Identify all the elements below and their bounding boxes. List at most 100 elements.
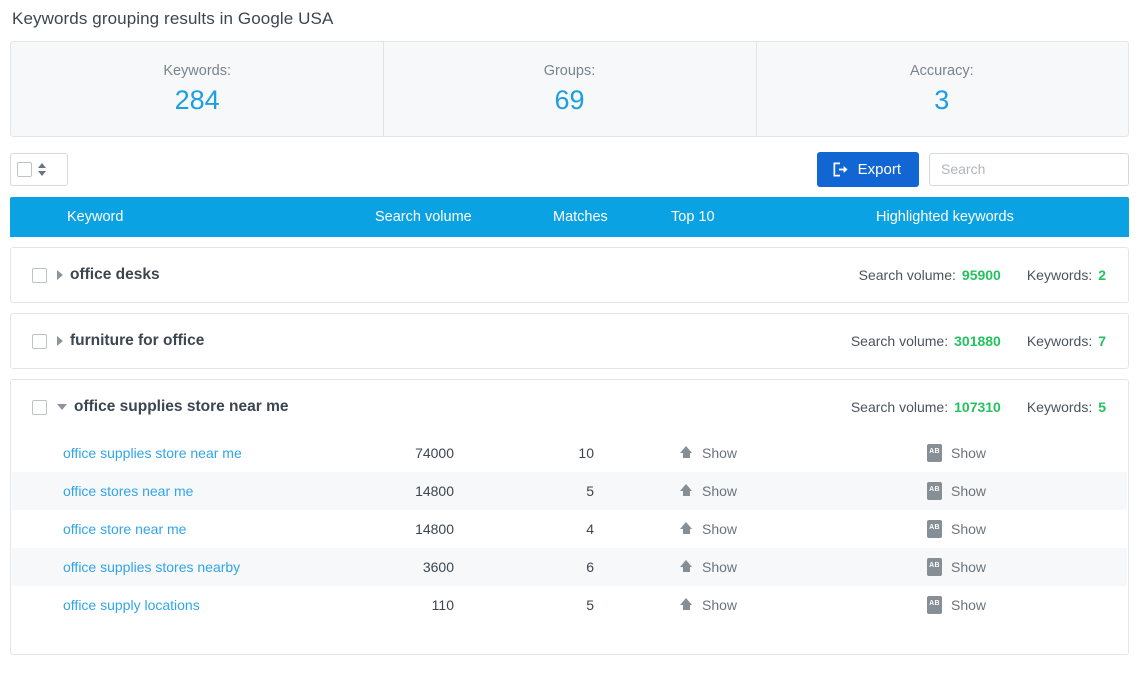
page-title: Keywords grouping results in Google USA [12,9,334,28]
caret-down-icon [38,170,46,176]
summary-label-groups: Groups: [543,63,596,80]
highlighted-show-link[interactable]: Show [951,597,986,613]
keyword-link[interactable]: office stores near me [63,483,193,499]
group-name: office desks [70,266,160,283]
upload-arrow-icon [680,560,693,574]
group-checkbox[interactable] [32,399,47,415]
highlighted-show-link[interactable]: Show [951,483,986,499]
keyword-matches: 6 [586,559,594,575]
group-card: office supplies store near me Search vol… [10,379,1129,655]
group-stat-keywords-value: 2 [1098,267,1106,283]
summary-stat-accuracy: Accuracy: 3 [755,41,1128,138]
table-row: office supplies store near me 74000 10 S… [12,434,1127,472]
upload-arrow-icon [680,446,693,460]
top10-cell[interactable]: Show [680,559,737,575]
table-row: office store near me 14800 4 Show AB Sho… [12,510,1127,548]
group-header[interactable]: office desks Search volume: 95900 Keyword… [11,248,1128,302]
search-input[interactable] [929,152,1129,186]
export-icon [832,161,849,178]
keyword-link[interactable]: office store near me [63,521,186,537]
caret-down-icon[interactable] [57,404,67,410]
group-header[interactable]: office supplies store near me Search vol… [11,380,1128,434]
highlighted-keywords-cell[interactable]: AB Show [927,558,986,576]
keyword-search-volume: 14800 [415,521,454,537]
ab-text-icon: AB [927,596,942,614]
top10-cell[interactable]: Show [680,521,737,537]
group-stats: Search volume: 95900 Keywords: 2 [859,267,1116,283]
column-header-top10[interactable]: Top 10 [671,209,715,225]
group-stat-keywords-label: Keywords: [1026,267,1093,283]
summary-label-keywords: Keywords: [163,63,232,80]
toolbar-right-group: Export [816,151,1129,187]
group-name: office supplies store near me [74,398,289,415]
top10-show-link[interactable]: Show [702,483,737,499]
select-all-dropdown[interactable] [10,152,68,186]
top10-show-link[interactable]: Show [702,521,737,537]
ab-text-icon: AB [927,520,942,538]
group-stat-search-volume-label: Search volume: [858,267,956,283]
group-stats: Search volume: 107310 Keywords: 5 [851,399,1116,415]
keyword-search-volume: 3600 [422,559,454,575]
highlighted-show-link[interactable]: Show [951,559,986,575]
column-header-search-volume[interactable]: Search volume [375,209,472,225]
column-header-matches[interactable]: Matches [553,209,608,225]
keyword-matches: 10 [578,445,594,461]
highlighted-keywords-cell[interactable]: AB Show [927,596,986,614]
sort-arrows-icon[interactable] [38,162,46,176]
ab-text-icon: AB [927,482,942,500]
keyword-rows: office supplies store near me 74000 10 S… [11,434,1128,654]
ab-text-icon: AB [927,444,942,462]
table-row: office supply locations 110 5 Show AB Sh… [12,586,1127,624]
export-button[interactable]: Export [816,151,919,187]
upload-arrow-icon [680,484,693,498]
summary-label-accuracy: Accuracy: [909,63,974,80]
group-stat-keywords-value: 5 [1098,399,1106,415]
group-stat-keywords-label: Keywords: [1026,333,1093,349]
group-list: office desks Search volume: 95900 Keyword… [10,237,1129,655]
group-stat-search-volume-value: 107310 [954,399,1001,415]
keyword-link[interactable]: office supply locations [63,597,200,613]
upload-arrow-icon [680,598,693,612]
group-stat-keywords: Keywords: 5 [1027,399,1106,415]
group-stat-keywords-value: 7 [1098,333,1106,349]
group-checkbox[interactable] [32,333,47,349]
select-all-checkbox[interactable] [17,161,32,177]
caret-right-icon[interactable] [57,270,63,280]
highlighted-keywords-cell[interactable]: AB Show [927,444,986,462]
highlighted-keywords-cell[interactable]: AB Show [927,520,986,538]
keyword-search-volume: 74000 [415,445,454,461]
top10-cell[interactable]: Show [680,445,737,461]
caret-up-icon [38,162,46,168]
group-stat-search-volume-value: 301880 [954,333,1001,349]
group-stat-search-volume-value: 95900 [961,267,1001,283]
group-stats: Search volume: 301880 Keywords: 7 [851,333,1116,349]
column-header-highlighted-keywords[interactable]: Highlighted keywords [876,209,1014,225]
table-toolbar: Export [10,137,1129,197]
upload-arrow-icon [680,522,693,536]
top10-cell[interactable]: Show [680,597,737,613]
group-card: furniture for office Search volume: 30188… [10,313,1129,369]
top10-show-link[interactable]: Show [702,597,737,613]
export-button-label: Export [857,160,901,178]
keyword-link[interactable]: office supplies store near me [63,445,242,461]
top10-show-link[interactable]: Show [702,445,737,461]
group-stat-keywords-label: Keywords: [1026,399,1093,415]
ab-text-icon: AB [927,558,942,576]
group-name: furniture for office [70,332,205,349]
group-stat-search-volume: Search volume: 95900 [859,267,1001,283]
top10-cell[interactable]: Show [680,483,737,499]
column-header-keyword[interactable]: Keyword [67,209,123,225]
caret-right-icon[interactable] [57,336,63,346]
keyword-link[interactable]: office supplies stores nearby [63,559,240,575]
highlighted-show-link[interactable]: Show [951,521,986,537]
group-stat-search-volume: Search volume: 107310 [851,399,1001,415]
group-card: office desks Search volume: 95900 Keyword… [10,247,1129,303]
summary-value-keywords: 284 [174,85,220,116]
top10-show-link[interactable]: Show [702,559,737,575]
highlighted-keywords-cell[interactable]: AB Show [927,482,986,500]
group-header[interactable]: furniture for office Search volume: 30188… [11,314,1128,368]
keyword-matches: 4 [586,521,594,537]
highlighted-show-link[interactable]: Show [951,445,986,461]
table-header-row: Keyword Search volume Matches Top 10 Hig… [10,197,1129,237]
group-checkbox[interactable] [32,267,47,283]
